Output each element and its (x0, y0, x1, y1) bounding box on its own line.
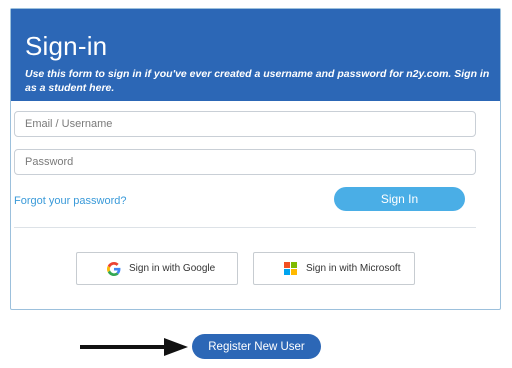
page-title: Sign-in (25, 31, 108, 61)
email-username-field[interactable] (14, 111, 476, 137)
forgot-password-link[interactable]: Forgot your password? (14, 195, 127, 207)
microsoft-button-label: Sign in with Microsoft (306, 263, 401, 274)
signin-header: Sign-in Use this form to sign in if you'… (11, 9, 500, 101)
google-g-icon (107, 262, 121, 276)
google-sign-in-button[interactable]: Sign in with Google (76, 252, 238, 285)
signin-description: Use this form to sign in if you've ever … (25, 68, 490, 94)
arrow-right-icon (80, 338, 188, 356)
divider (14, 227, 476, 228)
microsoft-logo-icon (284, 262, 298, 276)
password-field[interactable] (14, 149, 476, 175)
register-new-user-button[interactable]: Register New User (192, 334, 321, 359)
sign-in-button[interactable]: Sign In (334, 187, 465, 211)
microsoft-sign-in-button[interactable]: Sign in with Microsoft (253, 252, 415, 285)
google-button-label: Sign in with Google (129, 263, 216, 274)
